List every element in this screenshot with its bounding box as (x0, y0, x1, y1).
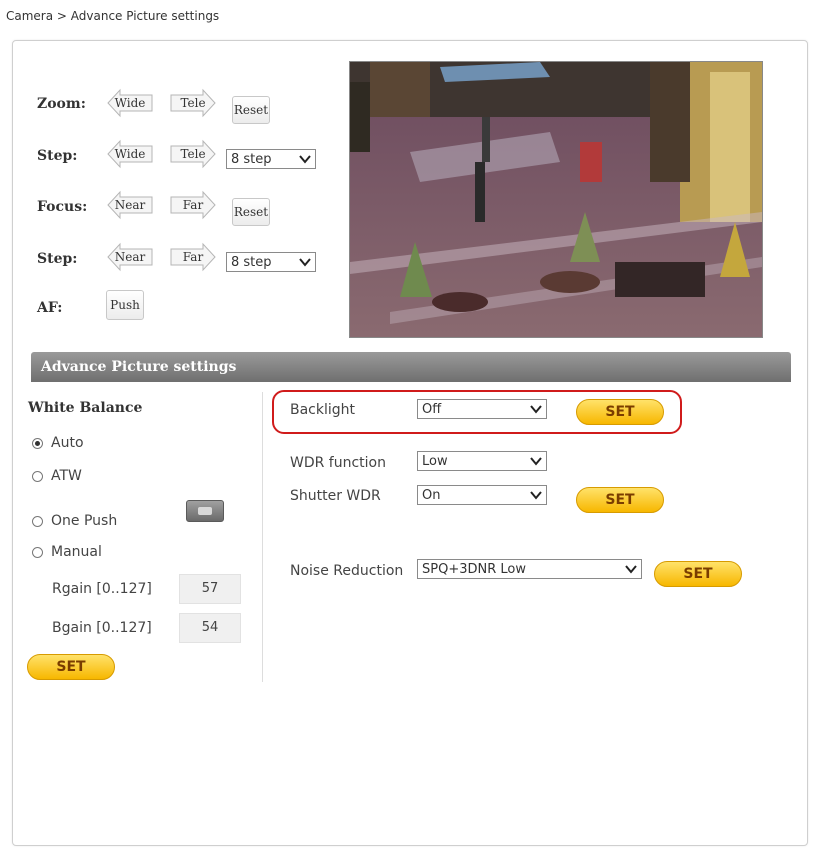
zoom-step-tele-button[interactable]: Tele (170, 139, 216, 169)
wb-option-label: Manual (51, 544, 102, 560)
wb-option-label: ATW (51, 468, 82, 484)
wdr-function-value: Low (422, 453, 448, 469)
zoom-step-select[interactable]: 8 step (226, 149, 316, 169)
backlight-label: Backlight (290, 402, 356, 418)
focus-step-value: 8 step (231, 254, 272, 270)
shutter-wdr-value: On (422, 487, 441, 503)
wb-option-one-push[interactable]: One Push (32, 513, 117, 529)
shutter-wdr-select[interactable]: On (417, 485, 547, 505)
wdr-function-select[interactable]: Low (417, 451, 547, 471)
rgain-label: Rgain [0..127] (52, 581, 152, 597)
focus-step-label: Step: (37, 251, 78, 267)
focus-near-label: Near (114, 198, 146, 212)
wb-option-label: One Push (51, 513, 118, 529)
zoom-step-wide-button[interactable]: Wide (107, 139, 153, 169)
zoom-step-value: 8 step (231, 151, 272, 167)
focus-far-label: Far (182, 198, 204, 212)
noise-reduction-set-button[interactable]: SET (654, 561, 742, 587)
focus-step-far-button[interactable]: Far (170, 242, 216, 272)
wdr-function-label: WDR function (290, 455, 386, 471)
zoom-step-tele-label: Tele (180, 147, 206, 161)
column-divider (262, 392, 263, 682)
focus-far-button[interactable]: Far (170, 190, 216, 220)
zoom-label: Zoom: (37, 96, 86, 112)
shutter-wdr-set-button[interactable]: SET (576, 487, 664, 513)
section-title-bar: Advance Picture settings (31, 352, 791, 382)
bgain-label: Bgain [0..127] (52, 620, 152, 636)
radio-icon (32, 546, 43, 558)
zoom-step-wide-label: Wide (114, 147, 146, 161)
zoom-wide-label: Wide (114, 96, 146, 110)
zoom-tele-label: Tele (180, 96, 206, 110)
zoom-reset-button[interactable]: Reset (232, 96, 270, 124)
wb-option-atw[interactable]: ATW (32, 468, 82, 484)
zoom-wide-button[interactable]: Wide (107, 88, 153, 118)
noise-reduction-label: Noise Reduction (290, 563, 404, 579)
shutter-wdr-label: Shutter WDR (290, 488, 381, 504)
focus-step-far-label: Far (182, 250, 204, 264)
backlight-set-button[interactable]: SET (576, 399, 664, 425)
chevron-down-icon (299, 258, 311, 267)
af-push-button[interactable]: Push (106, 290, 144, 320)
noise-reduction-value: SPQ+3DNR Low (422, 561, 526, 577)
focus-reset-button[interactable]: Reset (232, 198, 270, 226)
camera-live-view (349, 61, 763, 338)
zoom-step-label: Step: (37, 148, 78, 164)
radio-selected-icon (32, 437, 43, 449)
chevron-down-icon (625, 565, 637, 574)
backlight-select[interactable]: Off (417, 399, 547, 419)
focus-near-button[interactable]: Near (107, 190, 153, 220)
focus-step-near-button[interactable]: Near (107, 242, 153, 272)
wb-option-manual[interactable]: Manual (32, 544, 102, 560)
chevron-down-icon (530, 457, 542, 466)
wb-option-label: Auto (51, 435, 84, 451)
breadcrumb: Camera > Advance Picture settings (6, 9, 220, 23)
rgain-input[interactable]: 57 (179, 574, 241, 604)
focus-step-select[interactable]: 8 step (226, 252, 316, 272)
radio-icon (32, 515, 43, 527)
wb-set-button[interactable]: SET (27, 654, 115, 680)
af-label: AF: (37, 300, 63, 316)
focus-step-near-label: Near (114, 250, 146, 264)
chevron-down-icon (299, 155, 311, 164)
noise-reduction-select[interactable]: SPQ+3DNR Low (417, 559, 642, 579)
white-balance-title: White Balance (28, 400, 143, 416)
chevron-down-icon (530, 405, 542, 414)
wb-option-auto[interactable]: Auto (32, 435, 84, 451)
chevron-down-icon (530, 491, 542, 500)
one-push-trigger-button[interactable] (186, 500, 224, 522)
camera-scene-image (350, 62, 762, 337)
zoom-tele-button[interactable]: Tele (170, 88, 216, 118)
radio-icon (32, 470, 43, 482)
bgain-input[interactable]: 54 (179, 613, 241, 643)
focus-label: Focus: (37, 199, 88, 215)
section-title: Advance Picture settings (41, 359, 237, 375)
backlight-value: Off (422, 401, 442, 417)
